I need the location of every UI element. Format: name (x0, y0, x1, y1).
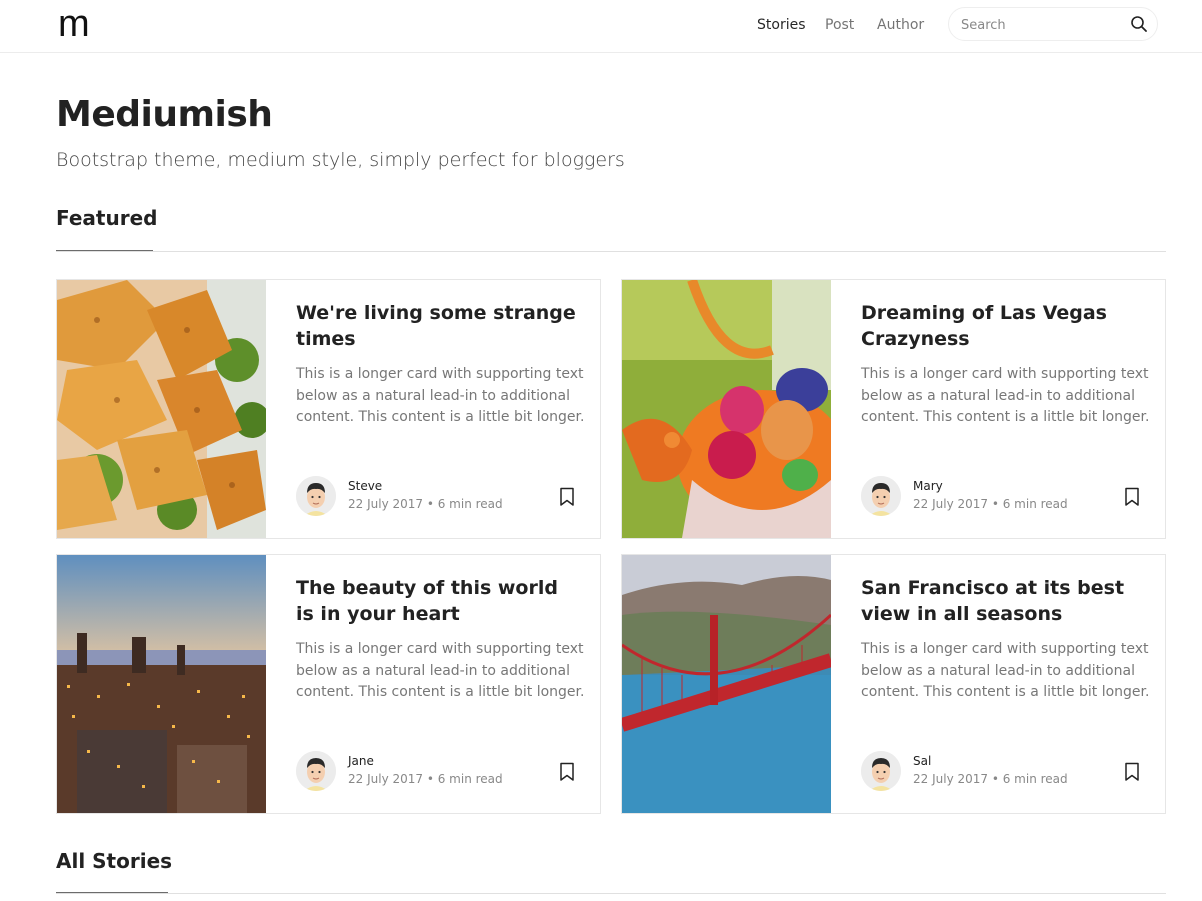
card-meta: 22 July 2017 • 6 min read (348, 772, 503, 786)
card-author[interactable]: Sal (913, 754, 931, 768)
card-title[interactable]: San Francisco at its best view in all se… (861, 575, 1141, 627)
featured-card: We're living some strange times This is … (56, 279, 601, 539)
all-stories-heading: All Stories (56, 849, 173, 873)
food-salad-photo[interactable] (57, 280, 266, 538)
search-icon[interactable] (1129, 14, 1149, 34)
search-form (948, 7, 1158, 41)
search-input[interactable] (961, 15, 1121, 35)
brand-logo[interactable]: m (58, 4, 90, 44)
card-title[interactable]: We're living some strange times (296, 300, 576, 352)
all-stories-divider (56, 893, 1166, 894)
easter-basket-photo[interactable] (622, 280, 831, 538)
nav-link-post[interactable]: Post (825, 16, 854, 34)
bookmark-icon[interactable] (559, 762, 575, 782)
avatar[interactable] (296, 751, 336, 791)
card-text: This is a longer card with supporting te… (296, 641, 585, 700)
avatar[interactable] (296, 476, 336, 516)
golden-gate-bridge-photo[interactable] (622, 555, 831, 813)
card-author[interactable]: Jane (348, 754, 374, 768)
featured-card: Dreaming of Las Vegas Crazyness This is … (621, 279, 1166, 539)
navbar: m Stories Post Author (0, 0, 1202, 53)
featured-divider (56, 251, 1166, 252)
featured-card: The beauty of this world is in your hear… (56, 554, 601, 814)
city-sunset-photo[interactable] (57, 555, 266, 813)
nav-link-stories[interactable]: Stories (757, 16, 806, 34)
featured-heading: Featured (56, 206, 158, 230)
card-meta: 22 July 2017 • 6 min read (913, 772, 1068, 786)
card-text: This is a longer card with supporting te… (861, 366, 1150, 425)
featured-card: San Francisco at its best view in all se… (621, 554, 1166, 814)
nav-link-author[interactable]: Author (877, 16, 924, 34)
card-title[interactable]: The beauty of this world is in your hear… (296, 575, 576, 627)
card-text: This is a longer card with supporting te… (296, 366, 585, 425)
card-title[interactable]: Dreaming of Las Vegas Crazyness (861, 300, 1141, 352)
all-stories-heading-underline (56, 892, 168, 893)
card-text: This is a longer card with supporting te… (861, 641, 1150, 700)
card-meta: 22 July 2017 • 6 min read (913, 497, 1068, 511)
site-tagline: Bootstrap theme, medium style, simply pe… (56, 149, 625, 171)
avatar[interactable] (861, 476, 901, 516)
featured-heading-underline (56, 250, 153, 251)
avatar[interactable] (861, 751, 901, 791)
card-meta: 22 July 2017 • 6 min read (348, 497, 503, 511)
bookmark-icon[interactable] (559, 487, 575, 507)
card-author[interactable]: Mary (913, 479, 943, 493)
site-title: Mediumish (56, 94, 273, 135)
card-author[interactable]: Steve (348, 479, 382, 493)
bookmark-icon[interactable] (1124, 487, 1140, 507)
bookmark-icon[interactable] (1124, 762, 1140, 782)
